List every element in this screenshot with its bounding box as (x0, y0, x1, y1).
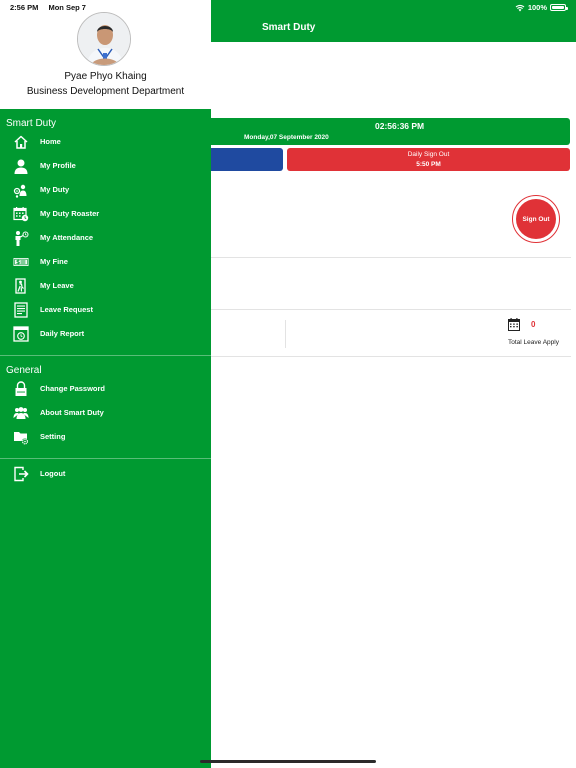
battery-icon (550, 4, 568, 11)
menu-item-change-password[interactable]: Change Password (0, 378, 211, 400)
menu-item-label: My Duty Roaster (40, 209, 100, 218)
menu-item-home[interactable]: Home (0, 131, 211, 153)
profile-department: Business Development Department (26, 86, 185, 97)
drawer-divider (0, 355, 211, 356)
exit-door-icon (15, 278, 26, 294)
menu-item-label: My Profile (40, 161, 76, 170)
daily-sign-in-card[interactable] (200, 148, 283, 171)
home-icon (14, 135, 28, 149)
sign-out-time: 5:50 PM (416, 161, 441, 168)
menu-item-my-duty[interactable]: My Duty (0, 179, 211, 201)
app-title: Smart Duty (262, 22, 316, 33)
clock-card: 02:56:36 PM Monday,07 September 2020 (200, 118, 570, 145)
menu-item-label: Change Password (40, 384, 106, 393)
wifi-icon (515, 4, 525, 11)
section-title-smart-duty: Smart Duty (6, 118, 57, 129)
attendance-icon (15, 231, 29, 246)
sign-out-button[interactable]: Sign Out (512, 195, 560, 243)
avatar[interactable] (77, 12, 131, 66)
menu-item-label: My Leave (40, 281, 74, 290)
calendar-icon (508, 318, 520, 331)
divider (211, 257, 571, 258)
status-date: Mon Sep 7 (48, 3, 86, 12)
menu-item-label: My Fine (40, 257, 68, 266)
menu-item-my-duty-roaster[interactable]: My Duty Roaster (0, 203, 211, 225)
form-icon (14, 302, 28, 318)
section-title-general: General (6, 365, 42, 376)
profile-photo (78, 13, 130, 65)
logout-icon (14, 466, 29, 482)
sign-out-button-label: Sign Out (516, 199, 556, 239)
menu-item-about-smart-duty[interactable]: About Smart Duty (0, 402, 211, 424)
menu-item-my-leave[interactable]: My Leave (0, 275, 211, 297)
sign-out-label: Daily Sign Out (407, 151, 450, 158)
menu-item-logout[interactable]: Logout (0, 463, 211, 485)
money-icon: $ (13, 258, 29, 266)
status-bar: 2:56 PM Mon Sep 7 100% (0, 0, 576, 14)
total-leave-label: Total Leave Apply (508, 339, 559, 346)
folder-settings-icon (14, 432, 29, 445)
battery-percent: 100% (527, 3, 547, 12)
profile-header: Pyae Phyo Khaing Business Development De… (0, 0, 211, 109)
menu-item-label: Setting (40, 432, 66, 441)
clock-date: Monday,07 September 2020 (244, 134, 329, 141)
menu-item-label: Home (40, 137, 61, 146)
menu-item-my-fine[interactable]: $ My Fine (0, 251, 211, 273)
lock-icon (15, 381, 27, 396)
divider (211, 356, 571, 357)
drawer-divider (0, 458, 211, 459)
clock-time: 02:56:36 PM (375, 121, 425, 131)
menu-item-label: Logout (40, 469, 66, 478)
menu-item-setting[interactable]: Setting (0, 426, 211, 448)
report-icon (13, 326, 29, 342)
menu-item-leave-request[interactable]: Leave Request (0, 299, 211, 321)
menu-item-label: About Smart Duty (40, 408, 104, 417)
calendar-icon (13, 207, 29, 222)
user-icon (14, 159, 28, 174)
menu-item-label: My Attendance (40, 233, 94, 242)
menu-item-my-profile[interactable]: My Profile (0, 155, 211, 177)
divider (285, 320, 286, 348)
menu-item-my-attendance[interactable]: My Attendance (0, 227, 211, 249)
home-indicator[interactable] (200, 760, 376, 763)
divider (211, 309, 571, 310)
profile-name: Pyae Phyo Khaing (64, 71, 147, 82)
duty-icon (13, 184, 27, 198)
menu-item-label: My Duty (40, 185, 70, 194)
menu-item-daily-report[interactable]: Daily Report (0, 323, 211, 345)
navigation-drawer: Pyae Phyo Khaing Business Development De… (0, 0, 211, 768)
daily-sign-out-card[interactable]: Daily Sign Out 5:50 PM (287, 148, 570, 171)
total-leave-count: 0 (531, 320, 536, 329)
menu-item-label: Daily Report (40, 329, 85, 338)
status-time: 2:56 PM (10, 3, 39, 12)
group-icon (13, 407, 29, 419)
svg-text:$: $ (16, 259, 20, 266)
menu-item-label: Leave Request (40, 305, 93, 314)
